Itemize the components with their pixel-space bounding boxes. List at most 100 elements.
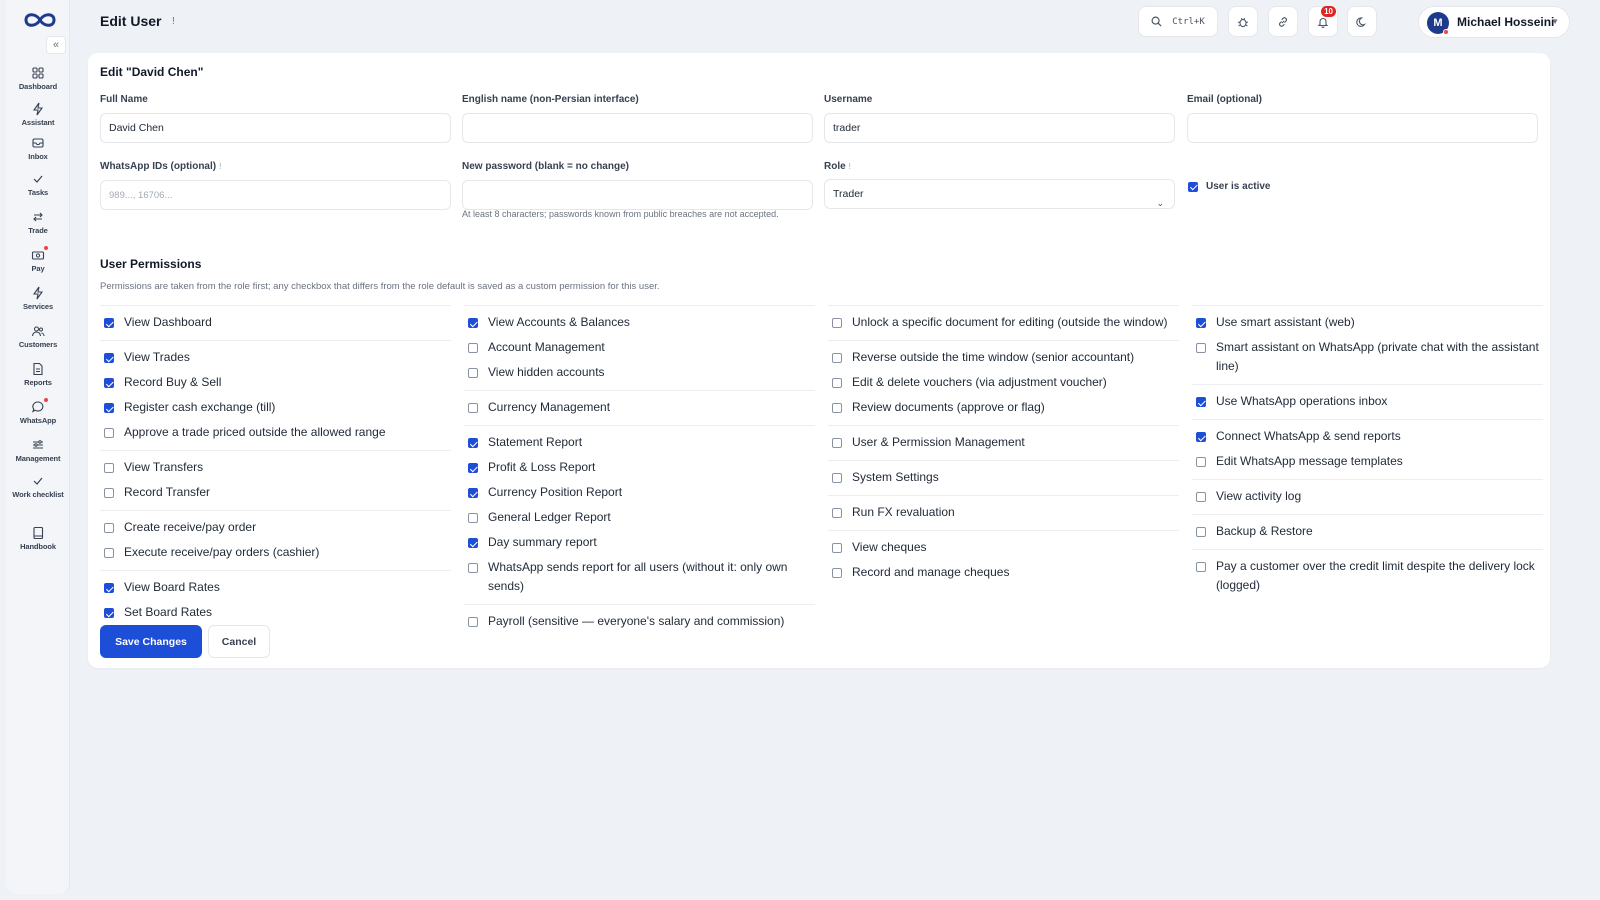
permission-item[interactable]: View Accounts & Balances <box>464 310 815 335</box>
permission-item[interactable]: Record Buy & Sell <box>100 370 451 395</box>
permission-item[interactable]: Currency Management <box>464 395 815 420</box>
permission-item[interactable]: Smart assistant on WhatsApp (private cha… <box>1192 335 1543 379</box>
permission-item[interactable]: Run FX revaluation <box>828 500 1179 525</box>
permission-item[interactable]: Unlock a specific document for editing (… <box>828 310 1179 335</box>
permission-checkbox[interactable] <box>468 538 478 548</box>
permission-checkbox[interactable] <box>832 403 842 413</box>
permission-checkbox[interactable] <box>832 543 842 553</box>
permission-item[interactable]: System Settings <box>828 465 1179 490</box>
permission-item[interactable]: Statement Report <box>464 430 815 455</box>
permission-checkbox[interactable] <box>104 608 114 618</box>
permission-checkbox[interactable] <box>832 353 842 363</box>
permission-item[interactable]: Edit WhatsApp message templates <box>1192 449 1543 474</box>
full-name-input[interactable] <box>100 113 451 143</box>
permission-item[interactable]: Edit & delete vouchers (via adjustment v… <box>828 370 1179 395</box>
permission-item[interactable]: Payroll (sensitive — everyone's salary a… <box>464 609 815 634</box>
user-menu[interactable]: M Michael Hosseini ▼ <box>1418 6 1570 38</box>
collapse-sidebar-button[interactable]: « <box>46 36 66 54</box>
permission-checkbox[interactable] <box>1196 492 1206 502</box>
permission-checkbox[interactable] <box>1196 562 1206 572</box>
permission-item[interactable]: Pay a customer over the credit limit des… <box>1192 554 1543 598</box>
permission-checkbox[interactable] <box>104 548 114 558</box>
sidebar-item-handbook[interactable]: Handbook <box>6 526 70 551</box>
user-active-checkbox[interactable] <box>1188 181 1198 192</box>
sidebar-item-work-checklist[interactable]: Work checklist <box>6 474 70 499</box>
whatsapp-ids-input[interactable] <box>100 180 451 210</box>
info-icon[interactable]: ! <box>172 16 175 27</box>
sidebar-item-tasks[interactable]: Tasks <box>6 172 70 197</box>
role-select[interactable]: Trader ⌄ <box>824 179 1175 209</box>
link-button[interactable] <box>1268 6 1298 37</box>
permission-item[interactable]: Create receive/pay order <box>100 515 451 540</box>
permission-checkbox[interactable] <box>468 513 478 523</box>
save-changes-button[interactable]: Save Changes <box>100 625 202 658</box>
cancel-button[interactable]: Cancel <box>208 625 270 658</box>
permission-item[interactable]: View Trades <box>100 345 451 370</box>
info-icon[interactable]: ! <box>849 162 851 171</box>
permission-checkbox[interactable] <box>468 438 478 448</box>
permission-item[interactable]: View cheques <box>828 535 1179 560</box>
permission-item[interactable]: View activity log <box>1192 484 1543 509</box>
permission-checkbox[interactable] <box>104 583 114 593</box>
permission-checkbox[interactable] <box>832 473 842 483</box>
permission-item[interactable]: View Board Rates <box>100 575 451 600</box>
permission-item[interactable]: Use WhatsApp operations inbox <box>1192 389 1543 414</box>
permission-checkbox[interactable] <box>1196 318 1206 328</box>
permission-item[interactable]: WhatsApp sends report for all users (wit… <box>464 555 815 599</box>
permission-checkbox[interactable] <box>832 318 842 328</box>
permission-checkbox[interactable] <box>468 343 478 353</box>
permission-checkbox[interactable] <box>468 617 478 627</box>
permission-checkbox[interactable] <box>104 403 114 413</box>
permission-item[interactable]: User & Permission Management <box>828 430 1179 455</box>
permission-checkbox[interactable] <box>468 463 478 473</box>
sidebar-item-services[interactable]: Services <box>6 286 70 311</box>
permission-checkbox[interactable] <box>832 568 842 578</box>
sidebar-item-inbox[interactable]: Inbox <box>6 136 70 161</box>
permission-checkbox[interactable] <box>1196 527 1206 537</box>
permission-checkbox[interactable] <box>1196 457 1206 467</box>
permission-checkbox[interactable] <box>104 378 114 388</box>
permission-item[interactable]: Register cash exchange (till) <box>100 395 451 420</box>
permission-item[interactable]: Currency Position Report <box>464 480 815 505</box>
logo-icon[interactable] <box>22 10 58 30</box>
permission-checkbox[interactable] <box>832 378 842 388</box>
user-active-toggle[interactable]: User is active <box>1188 181 1271 192</box>
permission-checkbox[interactable] <box>468 368 478 378</box>
permission-item[interactable]: Set Board Rates <box>100 600 451 625</box>
theme-toggle-button[interactable] <box>1347 6 1377 37</box>
sidebar-item-trade[interactable]: Trade <box>6 210 70 235</box>
sidebar-item-reports[interactable]: Reports <box>6 362 70 387</box>
permission-checkbox[interactable] <box>104 523 114 533</box>
permission-item[interactable]: View Dashboard <box>100 310 451 335</box>
permission-item[interactable]: General Ledger Report <box>464 505 815 530</box>
permission-checkbox[interactable] <box>104 428 114 438</box>
permission-item[interactable]: Day summary report <box>464 530 815 555</box>
permission-checkbox[interactable] <box>1196 397 1206 407</box>
permission-item[interactable]: Profit & Loss Report <box>464 455 815 480</box>
permission-checkbox[interactable] <box>468 318 478 328</box>
permission-item[interactable]: Reverse outside the time window (senior … <box>828 345 1179 370</box>
permission-item[interactable]: Execute receive/pay orders (cashier) <box>100 540 451 565</box>
permission-item[interactable]: Backup & Restore <box>1192 519 1543 544</box>
sidebar-item-dashboard[interactable]: Dashboard <box>6 66 70 91</box>
permission-checkbox[interactable] <box>468 403 478 413</box>
english-name-input[interactable] <box>462 113 813 143</box>
permission-item[interactable]: Approve a trade priced outside the allow… <box>100 420 451 445</box>
permission-item[interactable]: Account Management <box>464 335 815 360</box>
permission-item[interactable]: Record and manage cheques <box>828 560 1179 585</box>
permission-checkbox[interactable] <box>104 488 114 498</box>
permission-item[interactable]: Review documents (approve or flag) <box>828 395 1179 420</box>
permission-checkbox[interactable] <box>104 463 114 473</box>
permission-item[interactable]: View hidden accounts <box>464 360 815 385</box>
username-input[interactable] <box>824 113 1175 143</box>
sidebar-item-customers[interactable]: Customers <box>6 324 70 349</box>
email-input[interactable] <box>1187 113 1538 143</box>
info-icon[interactable]: ! <box>219 162 221 171</box>
permission-item[interactable]: View Transfers <box>100 455 451 480</box>
notifications-button[interactable]: 10 <box>1308 6 1338 37</box>
sidebar-item-management[interactable]: Management <box>6 438 70 463</box>
debug-button[interactable] <box>1228 6 1258 37</box>
permission-item[interactable]: Use smart assistant (web) <box>1192 310 1543 335</box>
permission-item[interactable]: Record Transfer <box>100 480 451 505</box>
permission-checkbox[interactable] <box>1196 343 1206 353</box>
